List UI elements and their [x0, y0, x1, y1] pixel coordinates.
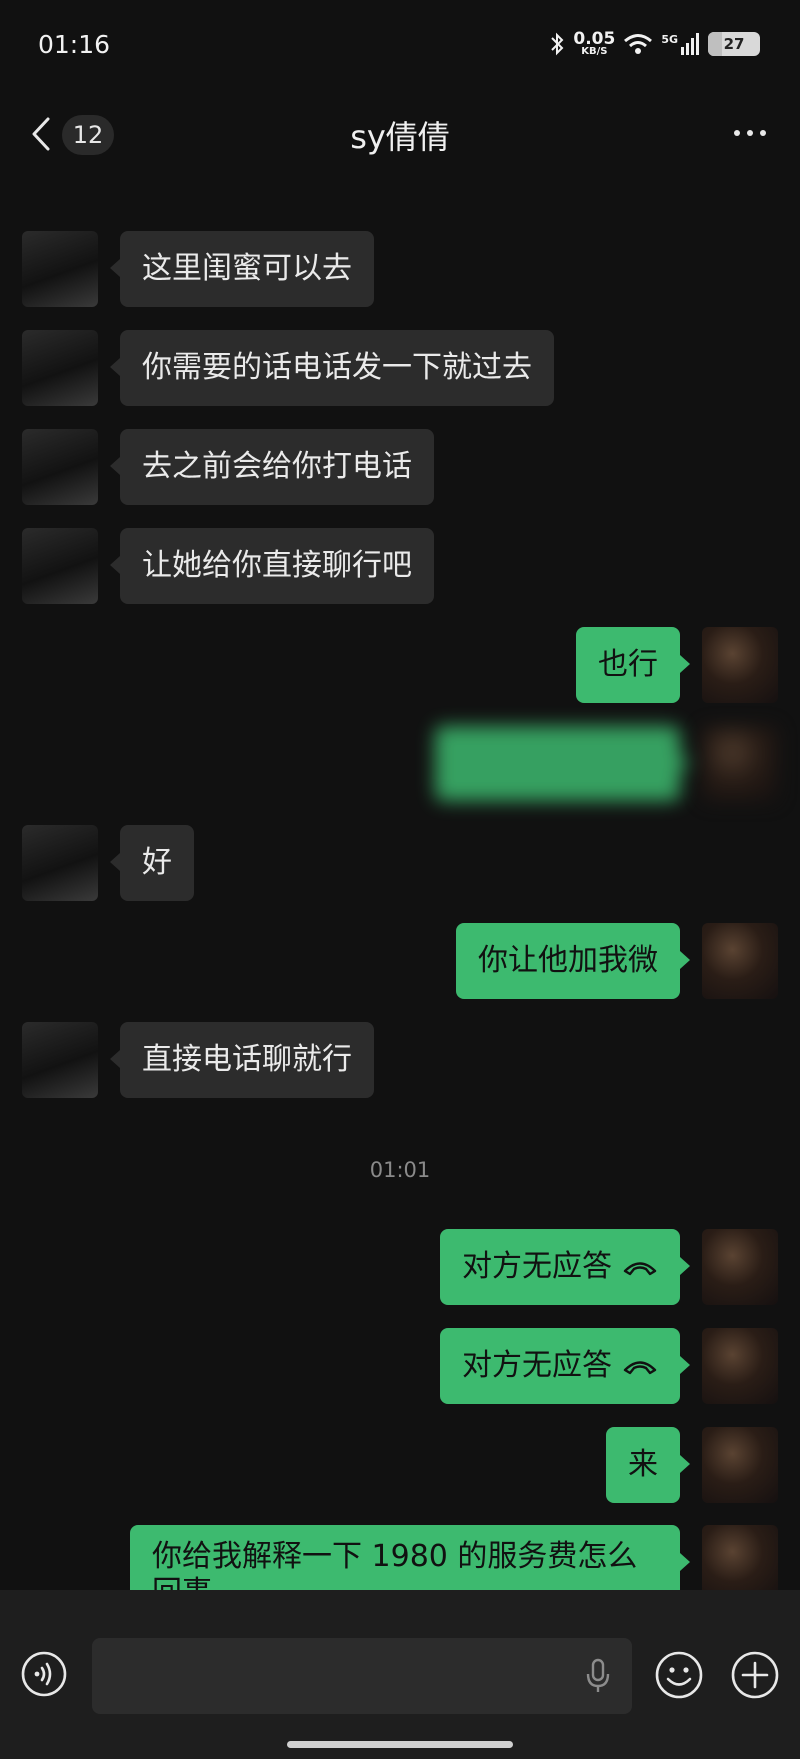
- hangup-icon: [623, 1360, 657, 1374]
- message-bubble[interactable]: 来: [606, 1427, 690, 1503]
- message-row-outgoing: 对方无应答: [0, 1328, 778, 1404]
- cellular-signal: 5G: [661, 33, 700, 56]
- contact-avatar[interactable]: [22, 330, 98, 406]
- contact-avatar[interactable]: [22, 1022, 98, 1098]
- my-avatar[interactable]: [702, 726, 778, 802]
- status-icons: 0.05 KB/S 5G 27: [549, 29, 760, 58]
- contact-avatar[interactable]: [22, 429, 98, 505]
- wifi-icon: [624, 34, 653, 55]
- emoji-icon[interactable]: [654, 1650, 704, 1700]
- message-row-outgoing: 也行: [0, 627, 778, 703]
- status-time: 01:16: [38, 30, 111, 59]
- more-options-button[interactable]: [734, 130, 766, 136]
- blurred-message-bubble[interactable]: [435, 726, 690, 801]
- message-line: 你给我解释一下 1980 的服务费怎么: [152, 1539, 638, 1574]
- message-bubble[interactable]: 直接电话聊就行: [110, 1022, 374, 1098]
- battery-level: 27: [723, 35, 745, 54]
- dot-icon: [760, 130, 766, 136]
- call-status-text: 对方无应答: [462, 1249, 612, 1284]
- network-speed-value: 0.05: [573, 29, 616, 49]
- message-row-outgoing: 你给我解释一下 1980 的服务费怎么 回事: [0, 1525, 778, 1635]
- microphone-icon[interactable]: [584, 1658, 612, 1694]
- call-record-bubble[interactable]: 对方无应答: [440, 1229, 690, 1305]
- message-row-outgoing: [0, 726, 778, 802]
- message-input[interactable]: [92, 1638, 632, 1714]
- message-bubble[interactable]: 去之前会给你打电话: [110, 429, 434, 505]
- voice-mode-icon[interactable]: [20, 1650, 68, 1698]
- message-row-outgoing: 来: [0, 1427, 778, 1503]
- contact-avatar[interactable]: [22, 231, 98, 307]
- battery-icon: 27: [708, 32, 760, 57]
- dot-icon: [734, 130, 740, 136]
- chat-title: sy倩倩: [350, 118, 450, 156]
- message-bubble[interactable]: 也行: [576, 627, 690, 703]
- my-avatar[interactable]: [702, 923, 778, 999]
- message-bubble[interactable]: 这里闺蜜可以去: [110, 231, 374, 307]
- message-row-outgoing: 对方无应答: [0, 1229, 778, 1305]
- contact-avatar[interactable]: [22, 825, 98, 901]
- hangup-icon: [623, 1261, 657, 1275]
- network-speed-unit: KB/S: [581, 46, 608, 58]
- contact-avatar[interactable]: [22, 528, 98, 604]
- my-avatar[interactable]: [702, 1328, 778, 1404]
- home-indicator[interactable]: [287, 1741, 513, 1748]
- message-row-outgoing: 你让他加我微: [0, 923, 778, 999]
- network-speed: 0.05 KB/S: [573, 29, 616, 58]
- network-type: 5G: [661, 33, 678, 47]
- message-bubble[interactable]: 你让他加我微: [456, 923, 690, 999]
- call-record-bubble[interactable]: 对方无应答: [440, 1328, 690, 1404]
- bluetooth-icon: [551, 32, 564, 56]
- dot-icon: [747, 130, 753, 136]
- message-bubble[interactable]: 你需要的话电话发一下就过去: [110, 330, 554, 406]
- chat-timestamp: 01:01: [369, 1158, 431, 1182]
- my-avatar[interactable]: [702, 1427, 778, 1503]
- signal-icon: [681, 33, 699, 56]
- call-status-text: 对方无应答: [462, 1348, 612, 1383]
- message-bubble[interactable]: 好: [110, 825, 194, 901]
- message-bubble[interactable]: 让她给你直接聊行吧: [110, 528, 434, 604]
- plus-icon[interactable]: [730, 1650, 780, 1700]
- my-avatar[interactable]: [702, 1229, 778, 1305]
- my-avatar[interactable]: [702, 627, 778, 703]
